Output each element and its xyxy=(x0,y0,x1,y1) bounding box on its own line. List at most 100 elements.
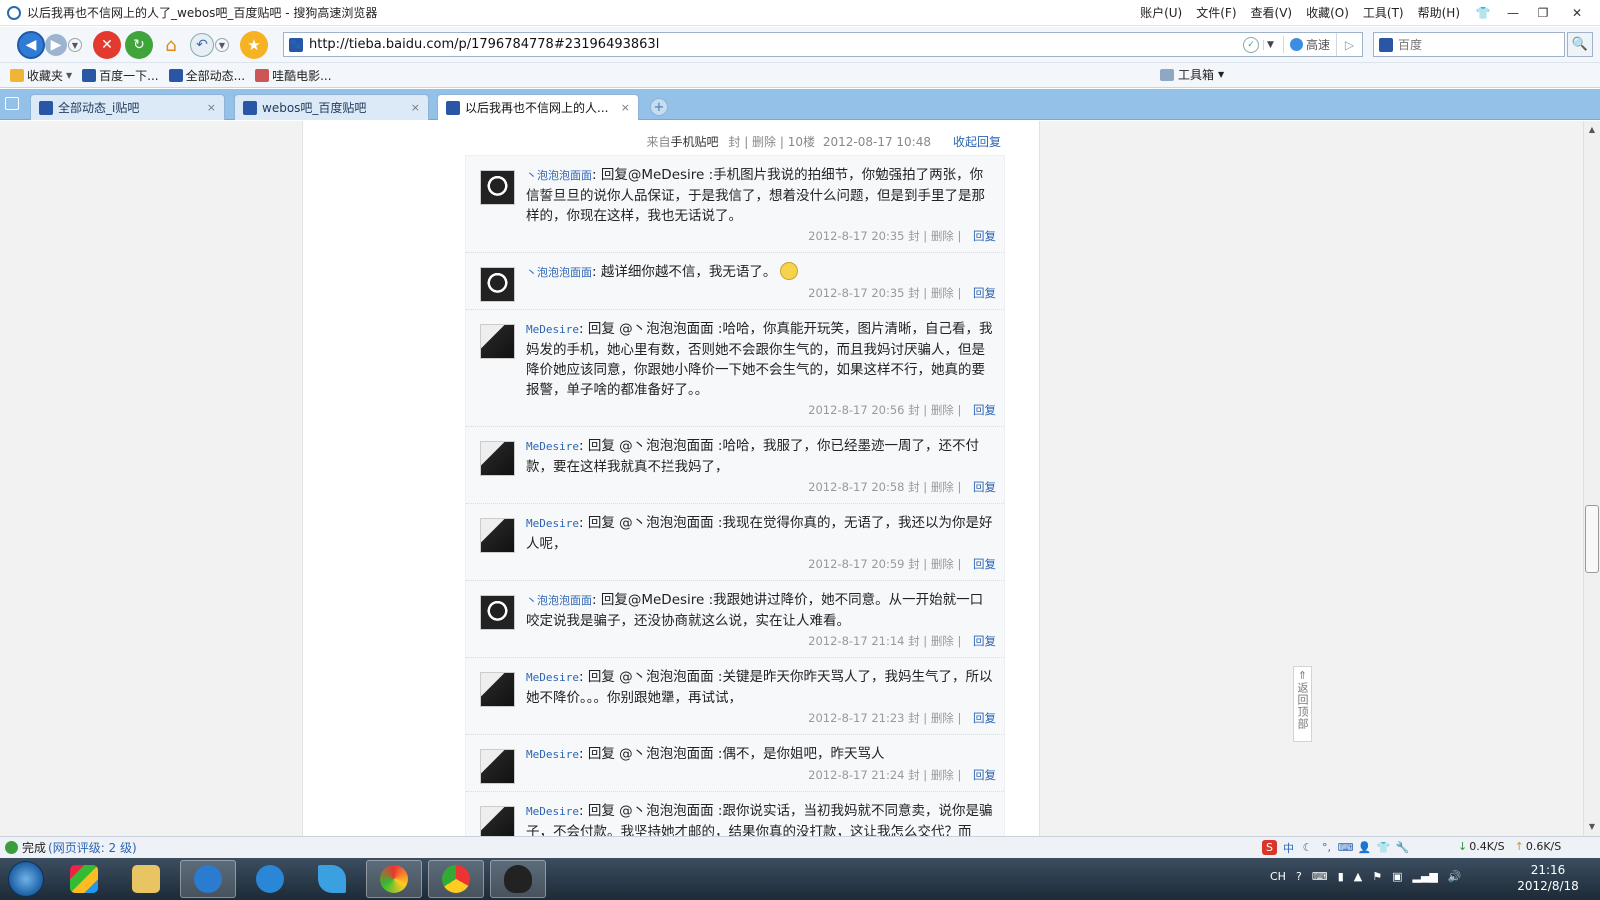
add-favorite-button[interactable]: ★ xyxy=(240,31,268,59)
ban-link[interactable]: 封 xyxy=(908,229,920,243)
search-input[interactable] xyxy=(1398,37,1564,52)
stop-button[interactable]: ✕ xyxy=(93,31,121,59)
ban-link[interactable]: 封 xyxy=(908,557,920,571)
reply-username[interactable]: MeDesire xyxy=(526,323,579,336)
reply-username[interactable]: MeDesire xyxy=(526,517,579,530)
url-input[interactable] xyxy=(309,37,1243,52)
battery-icon[interactable]: ▮ xyxy=(1338,870,1344,883)
reply-link[interactable]: 回复 xyxy=(973,711,996,725)
punctuation-icon[interactable]: °, xyxy=(1319,840,1334,855)
user-avatar[interactable] xyxy=(480,518,515,553)
go-button[interactable]: ▷ xyxy=(1336,33,1362,56)
url-dropdown-icon[interactable]: ▼ xyxy=(1262,39,1277,50)
flag-icon[interactable]: ⚑ xyxy=(1372,870,1382,883)
ban-link[interactable]: 封 xyxy=(908,286,920,300)
device-icon[interactable]: ▣ xyxy=(1392,870,1402,883)
taskbar-clock[interactable]: 21:16 2012/8/18 xyxy=(1505,862,1591,894)
bookmark-baidu[interactable]: 百度一下... xyxy=(82,67,159,84)
search-button[interactable]: 🔍 xyxy=(1567,32,1593,57)
toolbox-button[interactable]: 工具箱 ▼ xyxy=(1160,66,1224,83)
wrench-icon[interactable]: 🔧 xyxy=(1395,840,1410,855)
skin-icon[interactable]: 👕 xyxy=(1376,840,1391,855)
user-avatar[interactable] xyxy=(480,595,515,630)
delete-link[interactable]: 删除 xyxy=(931,768,954,782)
sidebar-toggle-icon[interactable] xyxy=(5,97,19,110)
user-icon[interactable]: 👤 xyxy=(1357,840,1372,855)
refresh-button[interactable]: ↻ xyxy=(125,31,153,59)
reply-username[interactable]: MeDesire xyxy=(526,440,579,453)
reply-link[interactable]: 回复 xyxy=(973,557,996,571)
menu-favorites[interactable]: 收藏(O) xyxy=(1306,4,1349,21)
taskbar-app-kugou[interactable] xyxy=(242,860,298,898)
taskbar-app-chrome[interactable] xyxy=(428,860,484,898)
tab-all-activity[interactable]: 全部动态_i贴吧 × xyxy=(30,94,225,120)
bookmark-favorites[interactable]: 收藏夹 ▼ xyxy=(10,67,72,84)
reply-link[interactable]: 回复 xyxy=(973,634,996,648)
bookmark-all-activity[interactable]: 全部动态... xyxy=(168,67,245,84)
delete-link[interactable]: 删除 xyxy=(931,480,954,494)
delete-link[interactable]: 删除 xyxy=(931,711,954,725)
scroll-up-arrow-icon[interactable]: ▲ xyxy=(1584,123,1600,137)
security-check-icon[interactable]: ✓ xyxy=(1242,36,1259,53)
collapse-replies-link[interactable]: 收起回复 xyxy=(953,133,1001,150)
start-button[interactable] xyxy=(8,861,44,897)
history-dropdown-icon[interactable]: ▼ xyxy=(68,38,82,52)
delete-link[interactable]: 删除 xyxy=(931,557,954,571)
user-avatar[interactable] xyxy=(480,806,515,836)
language-indicator[interactable]: CH xyxy=(1270,870,1286,883)
show-hidden-icons-icon[interactable]: ▲ xyxy=(1354,870,1362,883)
delete-link[interactable]: 删除 xyxy=(931,403,954,417)
menu-view[interactable]: 查看(V) xyxy=(1251,4,1293,21)
reply-link[interactable]: 回复 xyxy=(973,403,996,417)
close-window-button[interactable]: ✕ xyxy=(1560,4,1594,22)
delete-link[interactable]: 删除 xyxy=(931,634,954,648)
close-tab-icon[interactable]: × xyxy=(207,101,216,114)
ban-link[interactable]: 封 xyxy=(908,634,920,648)
restore-button[interactable]: ❐ xyxy=(1530,4,1556,22)
reply-link[interactable]: 回复 xyxy=(973,229,996,243)
ime-chinese-mode-icon[interactable]: 中 xyxy=(1281,840,1296,855)
user-avatar[interactable] xyxy=(480,441,515,476)
minimize-button[interactable]: — xyxy=(1500,4,1526,22)
sogou-ime-icon[interactable]: S xyxy=(1262,840,1277,855)
reply-username[interactable]: MeDesire xyxy=(526,671,579,684)
ban-link[interactable]: 封 xyxy=(908,711,920,725)
page-rating-link[interactable]: (网页评级: 2 级) xyxy=(48,839,137,856)
skin-icon[interactable]: 👕 xyxy=(1470,4,1496,22)
reply-link[interactable]: 回复 xyxy=(973,480,996,494)
volume-icon[interactable]: 🔊 xyxy=(1448,870,1462,883)
help-icon[interactable]: ? xyxy=(1296,870,1302,883)
reply-username[interactable]: 丶泡泡泡面面 xyxy=(526,594,592,607)
reply-username[interactable]: 丶泡泡泡面面 xyxy=(526,169,592,182)
user-avatar[interactable] xyxy=(480,170,515,205)
menu-file[interactable]: 文件(F) xyxy=(1196,4,1236,21)
scroll-down-arrow-icon[interactable]: ▼ xyxy=(1584,820,1600,834)
delete-link[interactable]: 删除 xyxy=(752,135,776,149)
keyboard-icon[interactable]: ⌨ xyxy=(1338,840,1354,855)
back-button[interactable]: ◀ xyxy=(17,31,45,59)
delete-link[interactable]: 删除 xyxy=(931,286,954,300)
menu-tools[interactable]: 工具(T) xyxy=(1363,4,1404,21)
ban-link[interactable]: 封 xyxy=(728,135,740,149)
close-tab-icon[interactable]: × xyxy=(621,101,630,114)
baidu-engine-icon[interactable] xyxy=(1379,37,1393,52)
ime-tray-icon[interactable]: ⌨ xyxy=(1312,870,1328,883)
post-source[interactable]: 手机贴吧 xyxy=(671,135,719,149)
user-avatar[interactable] xyxy=(480,672,515,707)
taskbar-app-gallery[interactable] xyxy=(56,860,112,898)
delete-link[interactable]: 删除 xyxy=(931,229,954,243)
home-button[interactable]: ⌂ xyxy=(157,31,185,59)
reply-username[interactable]: 丶泡泡泡面面 xyxy=(526,266,592,279)
taskbar-app-messenger[interactable] xyxy=(304,860,360,898)
user-avatar[interactable] xyxy=(480,324,515,359)
back-to-top-button[interactable]: ⇑ 返回顶部 xyxy=(1293,666,1312,742)
speed-mode-toggle[interactable]: 高速 xyxy=(1282,36,1336,53)
taskbar-app-360[interactable] xyxy=(366,860,422,898)
taskbar-app-explorer[interactable] xyxy=(118,860,174,898)
ban-link[interactable]: 封 xyxy=(908,480,920,494)
undo-close-tab-button[interactable]: ↶ xyxy=(190,33,214,57)
taskbar-app-qq[interactable] xyxy=(490,860,546,898)
ban-link[interactable]: 封 xyxy=(908,768,920,782)
user-avatar[interactable] xyxy=(480,749,515,784)
tab-current-post[interactable]: 以后我再也不信网上的人... × xyxy=(437,94,639,120)
